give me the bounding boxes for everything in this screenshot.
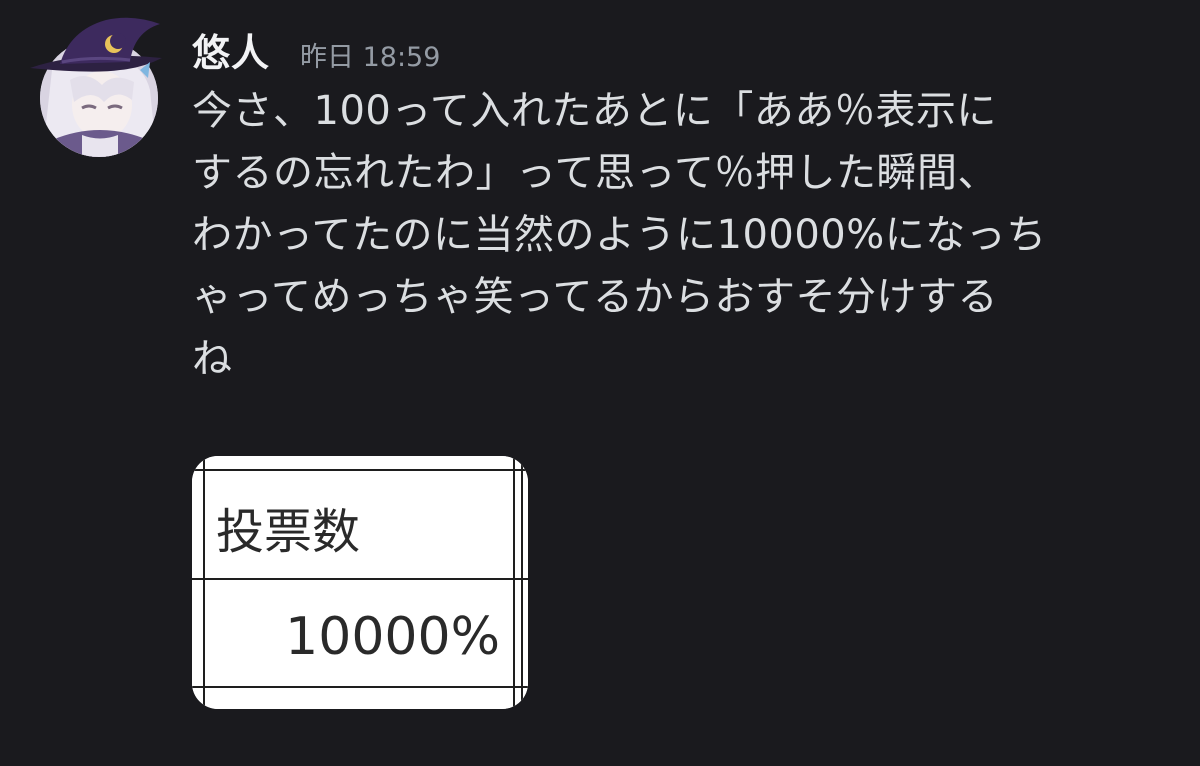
message-line: ゃってめっちゃ笑ってるからおすそ分けする [192,274,998,320]
image-attachment[interactable]: 投票数 10000% [192,456,528,709]
message-line: 今さ、100って入れたあとに「ああ％表示に [192,88,997,134]
cell-header: 投票数 [216,504,360,560]
avatar[interactable] [22,10,172,157]
message-body: 今さ、100って入れたあとに「ああ％表示に するの忘れたわ」って思って％押した瞬… [192,80,1177,390]
message-header: 悠人 昨日 18:59 [192,22,440,82]
username[interactable]: 悠人 [192,22,270,77]
witch-hat-avatar-icon [30,17,162,157]
chat-view: 悠人 昨日 18:59 今さ、100って入れたあとに「ああ％表示に するの忘れた… [0,0,1200,766]
cell-value: 10000% [285,607,500,667]
message-line: わかってたのに当然のように10000%になっち [192,212,1047,258]
message-timestamp: 昨日 18:59 [300,42,441,73]
spreadsheet-screenshot: 投票数 10000% [192,456,528,709]
message-line: ね [192,336,233,382]
message-line: するの忘れたわ」って思って％押した瞬間、 [192,150,998,196]
